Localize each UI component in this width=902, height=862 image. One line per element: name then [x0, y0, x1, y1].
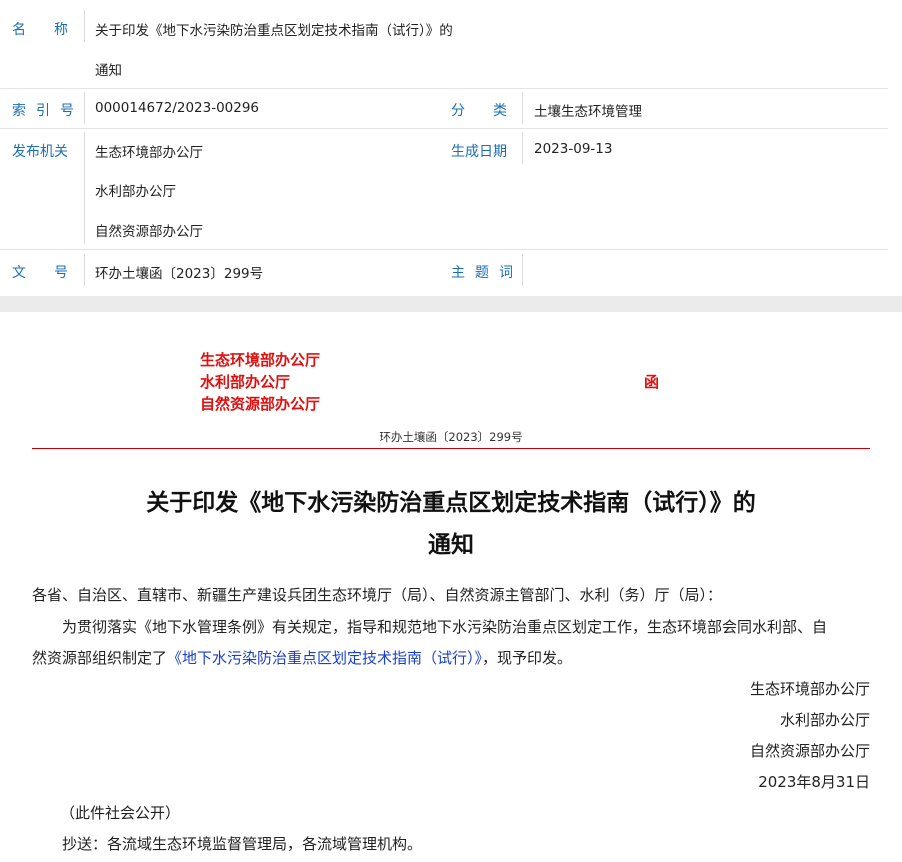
issuer-item: 生态环境部办公厅 — [95, 145, 203, 161]
body-text: ，现予印发。 — [482, 649, 573, 667]
column-divider — [522, 92, 523, 124]
row-divider — [0, 249, 888, 250]
issuer-item: 自然资源部办公厅 — [95, 224, 203, 240]
signature-org: 生态环境部办公厅 — [749, 680, 870, 698]
row-divider — [0, 128, 888, 129]
header-doc-type: 函 — [644, 373, 660, 391]
column-divider — [522, 132, 523, 164]
public-note: （此件社会公开） — [60, 804, 181, 822]
document-title-line2: 通知 — [428, 532, 474, 558]
header-org: 水利部办公厅 — [200, 373, 291, 391]
document-number: 环办土壤函〔2023〕299号 — [379, 430, 523, 444]
name-value-line2: 通知 — [95, 63, 122, 79]
column-divider — [84, 254, 85, 286]
column-divider — [84, 132, 85, 244]
salutation: 各省、自治区、直辖市、新疆生产建设兵团生态环境厅（局）、自然资源主管部门、水利（… — [32, 586, 723, 604]
cc-line: 抄送：各流域生态环境监督管理局，各流域管理机构。 — [62, 835, 423, 853]
body-text: 然资源部组织制定了 — [32, 649, 168, 667]
body-paragraph-line1: 为贯彻落实《地下水管理条例》有关规定，指导和规范地下水污染防治重点区划定工作，生… — [62, 618, 828, 636]
index-label: 索引号 — [12, 103, 84, 119]
header-org: 自然资源部办公厅 — [200, 395, 321, 413]
category-value: 土壤生态环境管理 — [534, 104, 642, 120]
subject-label: 主题词 — [451, 265, 523, 281]
row-divider — [0, 88, 888, 89]
document-title-line1: 关于印发《地下水污染防治重点区划定技术指南（试行）》的 — [146, 490, 756, 516]
column-divider — [522, 254, 523, 286]
body-paragraph-line2: 然资源部组织制定了《地下水污染防治重点区划定技术指南（试行）》，现予印发。 — [32, 647, 572, 668]
date-label: 生成日期 — [451, 144, 507, 160]
issuer-label: 发布机关 — [12, 144, 68, 160]
docnum-value: 环办土壤函〔2023〕299号 — [95, 266, 264, 282]
column-divider — [84, 92, 85, 124]
red-header-rule — [32, 448, 870, 449]
column-divider — [84, 10, 85, 42]
name-value-line1: 关于印发《地下水污染防治重点区划定技术指南（试行）》的 — [95, 23, 453, 39]
issuer-item: 水利部办公厅 — [95, 184, 176, 200]
guideline-link[interactable]: 《地下水污染防治重点区划定技术指南（试行）》 — [167, 649, 482, 667]
signature-org: 自然资源部办公厅 — [749, 742, 870, 760]
signature-org: 水利部办公厅 — [779, 711, 870, 729]
signature-date: 2023年8月31日 — [758, 773, 870, 791]
section-separator-band — [0, 296, 902, 312]
index-value: 000014672/2023-00296 — [95, 100, 260, 116]
header-org: 生态环境部办公厅 — [200, 351, 321, 369]
date-value: 2023-09-13 — [534, 141, 613, 157]
